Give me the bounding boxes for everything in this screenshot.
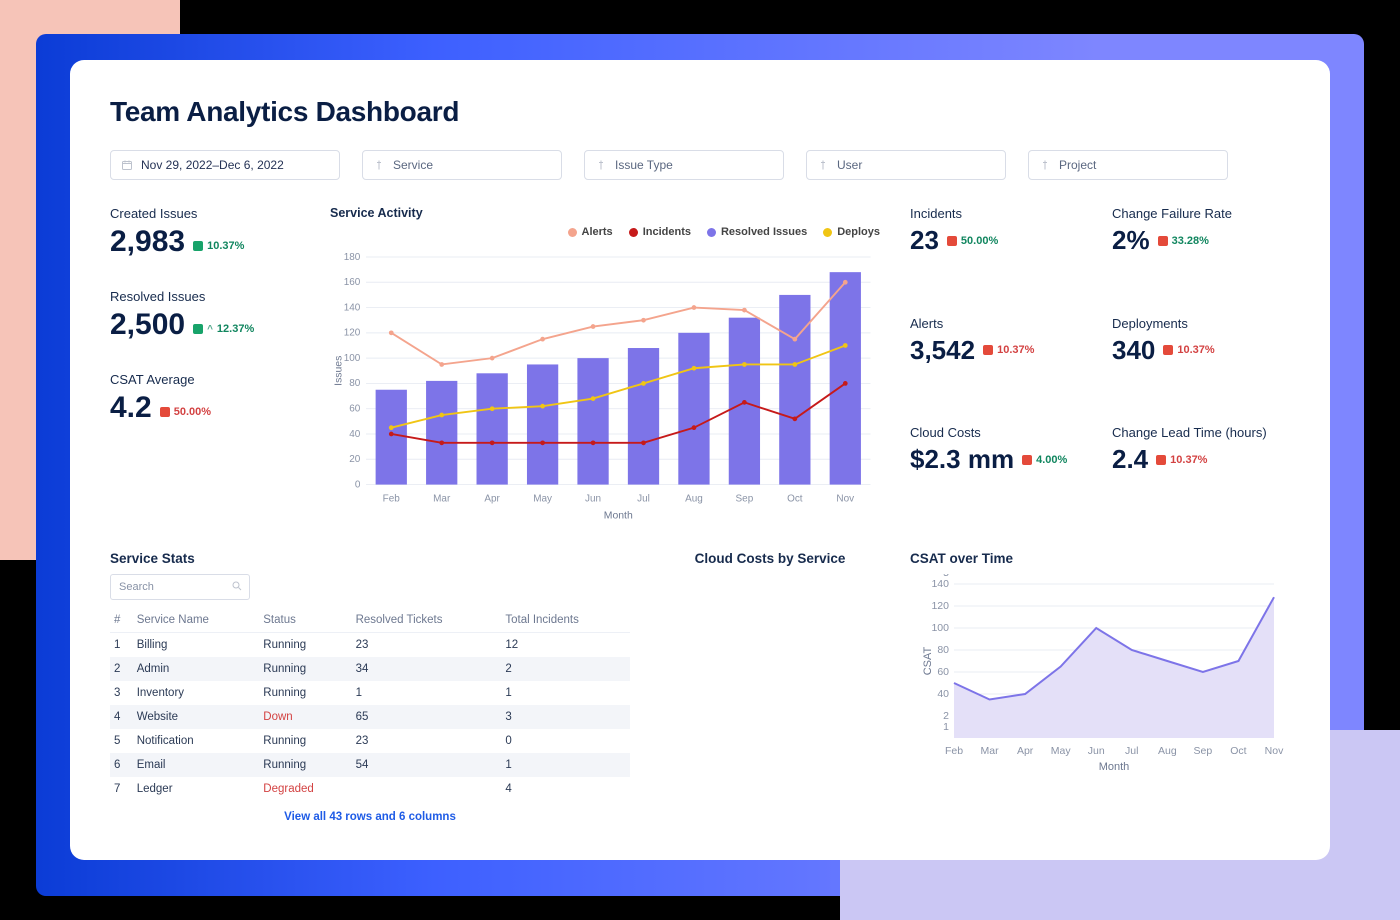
service-activity-title: Service Activity [330,206,880,220]
svg-text:Aug: Aug [685,494,703,505]
table-row[interactable]: 6EmailRunning541 [110,753,630,777]
user-filter[interactable]: User [806,150,1006,180]
stat-block: CSAT Average 4.2 50.00% [110,372,300,425]
svg-text:140: 140 [344,302,361,313]
stat-block: Deployments 340 10.37% [1112,316,1290,404]
svg-text:May: May [533,494,552,505]
svg-text:80: 80 [937,644,949,656]
cloud-costs-panel: Cloud Costs by Service [660,551,880,823]
cloud-costs-title: Cloud Costs by Service [660,551,880,566]
svg-text:20: 20 [349,454,361,465]
svg-text:Apr: Apr [484,494,500,505]
svg-text:Apr: Apr [1017,745,1034,757]
stat-block: Cloud Costs $2.3 mm 4.00% [910,425,1088,513]
cursor-icon [373,159,385,171]
svg-text:40: 40 [349,429,361,440]
cursor-icon [1039,159,1051,171]
service-activity-chart: 0 20 40 60 80 100 120 140 160 180 Feb Mar Apr May Jun J… [330,240,880,530]
svg-text:Oct: Oct [787,494,803,505]
dashboard-card: Team Analytics Dashboard Nov 29, 2022–De… [70,60,1330,860]
svg-text:160: 160 [344,277,361,288]
table-row[interactable]: 1BillingRunning2312 [110,633,630,658]
table-row[interactable]: 4WebsiteDown653 [110,705,630,729]
csat-chart: 514012010080604021FebMarAprMayJunJulAugS… [910,574,1290,774]
svg-text:1: 1 [943,721,949,733]
right-stats: Incidents 23 50.00% Change Failure Rate 2… [910,206,1290,535]
project-filter[interactable]: Project [1028,150,1228,180]
csat-panel: CSAT over Time 514012010080604021FebMarA… [910,551,1290,823]
svg-text:Oct: Oct [1230,745,1246,757]
table-row[interactable]: 7LedgerDegraded4 [110,777,630,801]
svg-text:120: 120 [344,328,361,339]
svg-text:Mar: Mar [981,745,1000,757]
issue-type-filter[interactable]: Issue Type [584,150,784,180]
column-header[interactable]: Status [259,608,351,633]
svg-text:0: 0 [355,479,361,490]
stat-block: Created Issues 2,983 10.37% [110,206,300,259]
table-row[interactable]: 3InventoryRunning11 [110,681,630,705]
service-activity-panel: Service Activity Alerts Incidents Resolv… [330,206,880,535]
table-row[interactable]: 2AdminRunning342 [110,657,630,681]
svg-text:May: May [1051,745,1072,757]
service-activity-legend: Alerts Incidents Resolved Issues Deploys [330,226,880,238]
column-header[interactable]: Total Incidents [501,608,630,633]
stat-block: Resolved Issues 2,500 ^12.37% [110,289,300,342]
stat-block: Change Failure Rate 2% 33.28% [1112,206,1290,294]
service-stats-panel: Service Stats Search #Service NameStatus… [110,551,630,823]
service-stats-search[interactable]: Search [110,574,250,600]
svg-text:80: 80 [349,378,361,389]
date-range-label: Nov 29, 2022–Dec 6, 2022 [141,158,284,172]
svg-text:Sep: Sep [736,494,754,505]
svg-text:CSAT: CSAT [922,646,934,675]
service-stats-title: Service Stats [110,551,630,566]
cursor-icon [817,159,829,171]
svg-text:Month: Month [604,511,633,522]
svg-text:40: 40 [937,688,949,700]
date-range-filter[interactable]: Nov 29, 2022–Dec 6, 2022 [110,150,340,180]
svg-text:120: 120 [931,600,949,612]
service-filter[interactable]: Service [362,150,562,180]
svg-text:180: 180 [344,252,361,263]
svg-text:140: 140 [931,578,949,590]
svg-text:Mar: Mar [433,494,451,505]
svg-text:Issues: Issues [333,356,344,386]
stat-block: Change Lead Time (hours) 2.4 10.37% [1112,425,1290,513]
column-header[interactable]: Service Name [133,608,260,633]
svg-text:Jul: Jul [1125,745,1138,757]
stat-block: Alerts 3,542 10.37% [910,316,1088,404]
service-stats-table: #Service NameStatusResolved TicketsTotal… [110,608,630,801]
svg-text:Nov: Nov [836,494,854,505]
svg-text:Nov: Nov [1265,745,1284,757]
svg-text:Feb: Feb [945,745,963,757]
svg-text:100: 100 [931,622,949,634]
view-all-link[interactable]: View all 43 rows and 6 columns [110,811,630,823]
svg-text:Month: Month [1099,761,1130,773]
svg-text:Aug: Aug [1158,745,1177,757]
column-header[interactable]: # [110,608,133,633]
left-stats: Created Issues 2,983 10.37% Resolved Issu… [110,206,300,535]
csat-title: CSAT over Time [910,551,1290,566]
svg-text:Jun: Jun [585,494,601,505]
svg-text:100: 100 [344,353,361,364]
search-icon [231,580,243,592]
stat-block: Incidents 23 50.00% [910,206,1088,294]
calendar-icon [121,159,133,171]
column-header[interactable]: Resolved Tickets [352,608,502,633]
cursor-icon [595,159,607,171]
filter-bar: Nov 29, 2022–Dec 6, 2022 Service Issue T… [110,150,1290,180]
svg-text:Jul: Jul [637,494,650,505]
svg-text:Feb: Feb [383,494,401,505]
svg-text:Jun: Jun [1088,745,1105,757]
table-row[interactable]: 5NotificationRunning230 [110,729,630,753]
page-title: Team Analytics Dashboard [110,96,1290,128]
svg-text:Sep: Sep [1194,745,1213,757]
svg-text:60: 60 [349,404,361,415]
svg-text:60: 60 [937,666,949,678]
